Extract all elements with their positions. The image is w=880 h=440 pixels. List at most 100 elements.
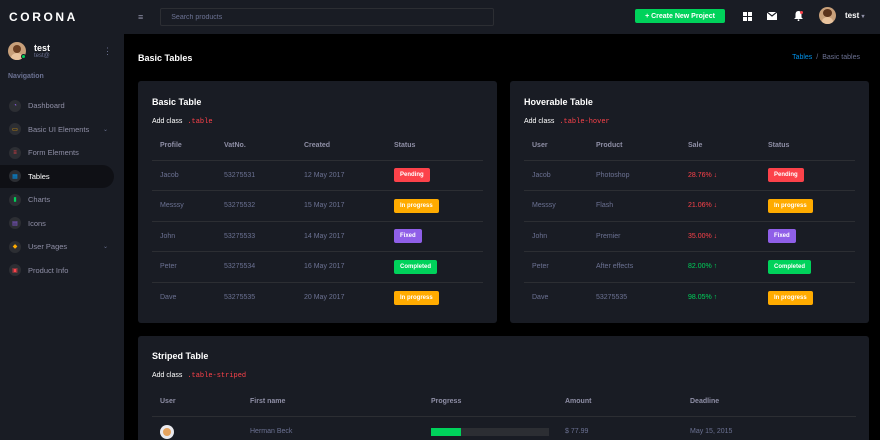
table-row[interactable]: Dave 53275535 20 May 2017 In progress [152, 282, 483, 313]
topbar-username[interactable]: test ▾ [845, 11, 864, 20]
status-badge: Completed [768, 259, 812, 274]
table-cell: 14 May 2017 [296, 221, 386, 252]
search-input[interactable] [160, 8, 495, 26]
table-cell: In progress [760, 282, 855, 313]
sidebar-item-label: Basic UI Elements [28, 124, 90, 134]
table-row[interactable]: Herman Beck $ 77.99 May 15, 2015 [152, 416, 856, 440]
table-cell: Flash [588, 190, 680, 222]
create-project-button[interactable]: + Create New Project [635, 9, 725, 23]
grid-view-icon[interactable] [741, 10, 753, 22]
table-cell: 15 May 2017 [296, 190, 386, 222]
page-title: Basic Tables [138, 53, 193, 63]
sidebar-item-label: Icons [28, 218, 46, 228]
table-row[interactable]: Peter 53275534 16 May 2017 Completed [152, 251, 483, 283]
cell-text: 53275535 [596, 294, 628, 301]
sidebar-item-label: Dashboard [28, 101, 65, 111]
sidebar-item-label: Form Elements [28, 148, 79, 158]
table-row[interactable]: Messsy 53275532 15 May 2017 In progress [152, 190, 483, 222]
table-cell: In progress [760, 190, 855, 222]
table-cell: Photoshop [588, 160, 680, 191]
cell-text: Flash [596, 202, 614, 210]
topbar: ≡ + Create New Project test ▾ [124, 0, 880, 34]
sidebar-item-tables[interactable]: ▦ Tables [0, 164, 114, 188]
table-cell: 53275535 [588, 282, 680, 313]
breadcrumb-separator: / [816, 54, 819, 61]
table-cell: Jacob [524, 160, 588, 191]
sidebar: CORONA test test@ ⋮ Navigation ◔ Dashboar… [0, 0, 124, 440]
sidebar-item-basic-ui-elements[interactable]: ▭ Basic UI Elements ⌄ [0, 118, 124, 142]
cell-text: 12 May 2017 [304, 171, 345, 179]
table-cell: Herman Beck [242, 416, 423, 440]
table-cell: 20 May 2017 [296, 282, 386, 313]
sidebar-item-label: Tables [28, 171, 50, 181]
sidebar-item-charts[interactable]: ▮ Charts [0, 188, 124, 212]
cell-text: 53275532 [224, 202, 256, 210]
column-header: First name [242, 388, 423, 417]
status-badge: Fixed [768, 229, 796, 244]
status-badge: In progress [394, 290, 439, 305]
sidebar-nav: ◔ Dashboard ▭ Basic UI Elements ⌄ ≡ Form Eleme… [0, 92, 124, 282]
column-header: Status [760, 132, 855, 161]
brand-logo[interactable]: CORONA [0, 0, 124, 34]
cell-text: Herman Beck [250, 428, 293, 435]
bell-icon[interactable] [792, 10, 804, 22]
cell-text: 98.05% ↑ [688, 294, 718, 301]
sidebar-item-product-info[interactable]: ▣ Product Info [0, 259, 124, 283]
table-cell: 53275534 [216, 251, 296, 283]
table-cell: Fixed [386, 221, 483, 252]
cell-text: $ 77.99 [565, 428, 589, 435]
table-row[interactable]: John 53275533 14 May 2017 Fixed [152, 221, 483, 252]
status-badge: Fixed [394, 229, 422, 244]
basic-table-card: Basic Table Add class .table Profile VatN… [138, 81, 497, 323]
sidebar-profile: test test@ ⋮ [0, 34, 124, 68]
cell-text: 53275533 [224, 232, 256, 240]
email-icon[interactable] [766, 10, 778, 22]
table-cell: 98.05% ↑ [680, 282, 760, 313]
table-row[interactable]: Jacob Photoshop 28.76% ↓ Pending [524, 160, 855, 191]
table-cell: Messsy [152, 190, 216, 222]
cell-text: 20 May 2017 [304, 294, 345, 301]
cell-text: 53275531 [224, 171, 256, 179]
cell-text: Jacob [532, 171, 551, 179]
table-row[interactable]: Peter After effects 82.00% ↑ Completed [524, 251, 855, 283]
sidebar-item-label: Product Info [28, 265, 69, 275]
table-cell: 28.76% ↓ [680, 160, 760, 191]
table-row[interactable]: Jacob 53275531 12 May 2017 Pending [152, 160, 483, 191]
table-row[interactable]: John Premier 35.00% ↓ Fixed [524, 221, 855, 252]
cell-text: 14 May 2017 [304, 232, 345, 240]
table-cell: $ 77.99 [557, 416, 682, 440]
striped-table-card: Striped Table Add class .table-striped U… [138, 336, 869, 440]
sidebar-item-icons[interactable]: ▤ Icons [0, 212, 124, 236]
file-document-icon: ▣ [9, 264, 21, 277]
menu-toggle-icon[interactable]: ≡ [138, 12, 143, 22]
sidebar-item-user-pages[interactable]: ◆ User Pages ⌄ [0, 235, 124, 259]
avatar[interactable] [819, 7, 836, 24]
cell-text: 16 May 2017 [304, 263, 345, 271]
cell-text: John [160, 232, 176, 240]
table-row[interactable]: Dave 53275535 98.05% ↑ In progress [524, 282, 855, 313]
table-cell: Dave [524, 282, 588, 313]
breadcrumb: Tables / Basic tables [792, 54, 860, 61]
column-header: Product [588, 132, 680, 161]
breadcrumb-current: Basic tables [822, 54, 860, 61]
sidebar-item-form-elements[interactable]: ≡ Form Elements [0, 141, 124, 165]
table-cell: 82.00% ↑ [680, 251, 760, 283]
breadcrumb-link-tables[interactable]: Tables [792, 54, 812, 61]
cell-text: May 15, 2015 [690, 428, 733, 435]
table-cell: John [152, 221, 216, 252]
hoverable-table: User Product Sale Status Jacob Photoshop 28.7… [524, 132, 855, 313]
profile-name: test [34, 43, 51, 53]
chevron-down-icon: ⌄ [102, 126, 108, 133]
table-cell: Completed [760, 251, 855, 283]
table-cell: Fixed [760, 221, 855, 252]
progress-bar [431, 427, 549, 436]
status-badge: In progress [394, 198, 439, 213]
cell-text: 82.00% ↑ [688, 263, 718, 271]
cell-text: 53275535 [224, 294, 256, 301]
table-row[interactable]: Messsy Flash 21.06% ↓ In progress [524, 190, 855, 222]
table-cell: Premier [588, 221, 680, 252]
table-cell: 53275532 [216, 190, 296, 222]
cell-text: 21.06% ↓ [688, 202, 718, 210]
sidebar-item-dashboard[interactable]: ◔ Dashboard [0, 94, 124, 118]
more-vertical-icon[interactable]: ⋮ [103, 46, 112, 57]
